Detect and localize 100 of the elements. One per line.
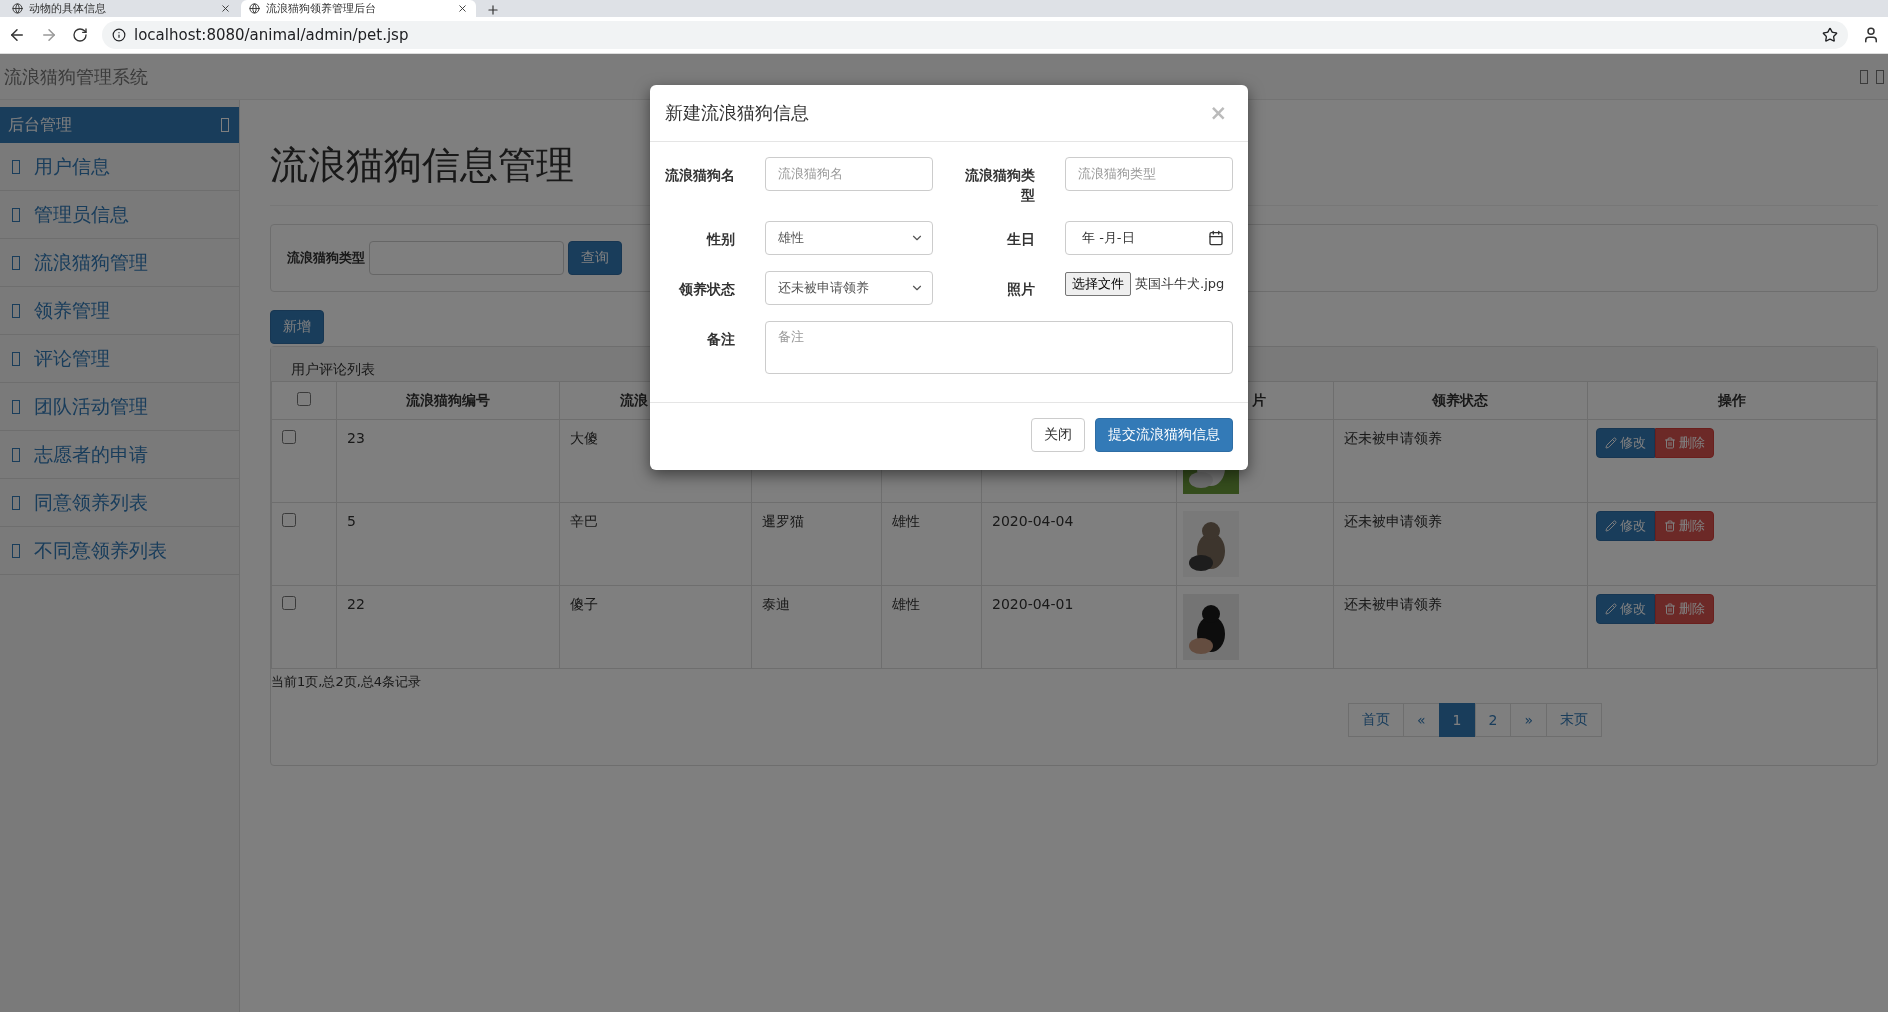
textarea-field[interactable]: 备注: [765, 321, 1233, 374]
browser-tab[interactable]: 动物的具体信息: [4, 0, 239, 17]
edit-button[interactable]: 修改: [1596, 428, 1655, 458]
table-cell: 大傻: [570, 430, 598, 446]
table-cell: 辛巴: [570, 513, 598, 529]
pencil-icon: [1605, 520, 1617, 532]
forward-icon[interactable]: [40, 26, 58, 44]
glyph-icon[interactable]: [1860, 69, 1868, 84]
input-field[interactable]: 流浪猫狗类型: [1065, 157, 1233, 191]
table-caption: 用户评论列表: [291, 361, 375, 379]
profile-icon[interactable]: [1862, 26, 1880, 44]
form-label: 性别: [705, 230, 735, 249]
choose-file-button[interactable]: 选择文件: [1065, 272, 1131, 296]
table-cell: 5: [347, 513, 356, 529]
new-tab-icon[interactable]: [486, 3, 500, 17]
back-icon[interactable]: [8, 26, 26, 44]
glyph-icon: [12, 159, 20, 174]
modal-title: 新建流浪猫狗信息: [665, 101, 809, 125]
sidebar-label: 用户信息: [34, 153, 110, 179]
glyph-icon: [12, 303, 20, 318]
table-cell: 傻子: [570, 596, 598, 612]
row-checkbox[interactable]: [282, 513, 296, 527]
table-cell: 还未被申请领养: [1344, 596, 1442, 612]
page-link[interactable]: »: [1510, 703, 1547, 737]
page-link[interactable]: 首页: [1348, 703, 1404, 737]
date-field[interactable]: 年 -月-日: [1065, 221, 1233, 255]
table-cell: 2020-04-01: [992, 596, 1074, 612]
sidebar-label: 评论管理: [34, 345, 110, 371]
table-cell: 还未被申请领养: [1344, 513, 1442, 529]
glyph-icon: [12, 399, 20, 414]
sidebar-label: 管理员信息: [34, 201, 129, 227]
sidebar-item[interactable]: 管理员信息: [0, 191, 239, 239]
sidebar-label: 领养管理: [34, 297, 110, 323]
star-icon[interactable]: [1822, 27, 1838, 43]
column-header: 流浪猫狗编号: [405, 391, 490, 408]
delete-button[interactable]: 删除: [1655, 594, 1714, 624]
sidebar-item[interactable]: 同意领养列表: [0, 479, 239, 527]
add-button[interactable]: 新增: [270, 310, 324, 344]
glyph-icon[interactable]: [1876, 69, 1884, 84]
delete-button[interactable]: 删除: [1655, 428, 1714, 458]
glyph-icon: [12, 207, 20, 222]
address-bar[interactable]: localhost:8080/animal/admin/pet.jsp: [102, 21, 1848, 49]
page-link[interactable]: 末页: [1546, 703, 1602, 737]
select-field[interactable]: 雄性: [765, 221, 933, 255]
glyph-icon: [12, 447, 20, 462]
page-link[interactable]: «: [1403, 703, 1440, 737]
sidebar-item[interactable]: 不同意领养列表: [0, 527, 239, 575]
sidebar-item[interactable]: 评论管理: [0, 335, 239, 383]
row-checkbox[interactable]: [282, 596, 296, 610]
record-summary: 当前1页,总2页,总4条记录: [271, 673, 423, 691]
select-field[interactable]: 还未被申请领养: [765, 271, 933, 305]
pencil-icon: [1605, 603, 1617, 615]
column-header: 领养状态: [1432, 391, 1488, 408]
form-label: 生日: [1006, 230, 1035, 249]
search-button[interactable]: 查询: [568, 241, 622, 275]
table-cell: 泰迪: [762, 596, 790, 612]
search-field[interactable]: [369, 241, 564, 275]
close-modal-button[interactable]: 关闭: [1031, 418, 1085, 452]
submit-button[interactable]: 提交流浪猫狗信息: [1095, 418, 1233, 452]
input-field[interactable]: 流浪猫狗名: [765, 157, 933, 191]
glyph-icon: [12, 351, 20, 366]
glyph-icon: [12, 495, 20, 510]
form-label: 流浪猫狗类型: [964, 166, 1035, 205]
form-label: 照片: [1006, 280, 1035, 299]
sidebar-item[interactable]: 志愿者的申请: [0, 431, 239, 479]
trash-icon: [1664, 437, 1676, 449]
table-cell: 22: [347, 596, 365, 612]
column-header: 流浪: [620, 391, 648, 408]
sidebar-item[interactable]: 领养管理: [0, 287, 239, 335]
sidebar-label: 不同意领养列表: [34, 537, 167, 563]
sidebar-item[interactable]: 团队活动管理: [0, 383, 239, 431]
edit-button[interactable]: 修改: [1596, 594, 1655, 624]
calendar-icon: [1208, 230, 1224, 246]
form-label: 领养状态: [678, 280, 735, 299]
sidebar-label: 志愿者的申请: [34, 441, 148, 467]
edit-button[interactable]: 修改: [1596, 511, 1655, 541]
close-icon[interactable]: [220, 3, 231, 14]
column-header: 片: [1252, 391, 1266, 408]
trash-icon: [1664, 603, 1676, 615]
sidebar-item[interactable]: 用户信息: [0, 143, 239, 191]
reload-icon[interactable]: [72, 27, 88, 43]
trash-icon: [1664, 520, 1676, 532]
form-label: 流浪猫狗名: [664, 166, 735, 185]
page-link[interactable]: 1: [1438, 703, 1476, 737]
column-header: 操作: [1717, 391, 1746, 408]
sidebar-item[interactable]: 流浪猫狗管理: [0, 239, 239, 287]
table-cell: 雄性: [892, 596, 920, 612]
glyph-icon: [12, 255, 20, 270]
row-checkbox[interactable]: [282, 430, 296, 444]
sidebar-label: 团队活动管理: [34, 393, 148, 419]
browser-tab[interactable]: 流浪猫狗领养管理后台: [241, 0, 476, 17]
close-button[interactable]: ×: [1203, 100, 1233, 126]
delete-button[interactable]: 删除: [1655, 511, 1714, 541]
table-cell: 还未被申请领养: [1344, 430, 1442, 446]
file-name: 英国斗牛犬.jpg: [1135, 275, 1225, 293]
sidebar-header[interactable]: 后台管理: [0, 107, 239, 143]
brand-title[interactable]: 流浪猫狗管理系统: [4, 64, 148, 89]
close-icon[interactable]: [457, 3, 468, 14]
select-all-checkbox[interactable]: [296, 392, 311, 406]
pencil-icon: [1605, 437, 1617, 449]
